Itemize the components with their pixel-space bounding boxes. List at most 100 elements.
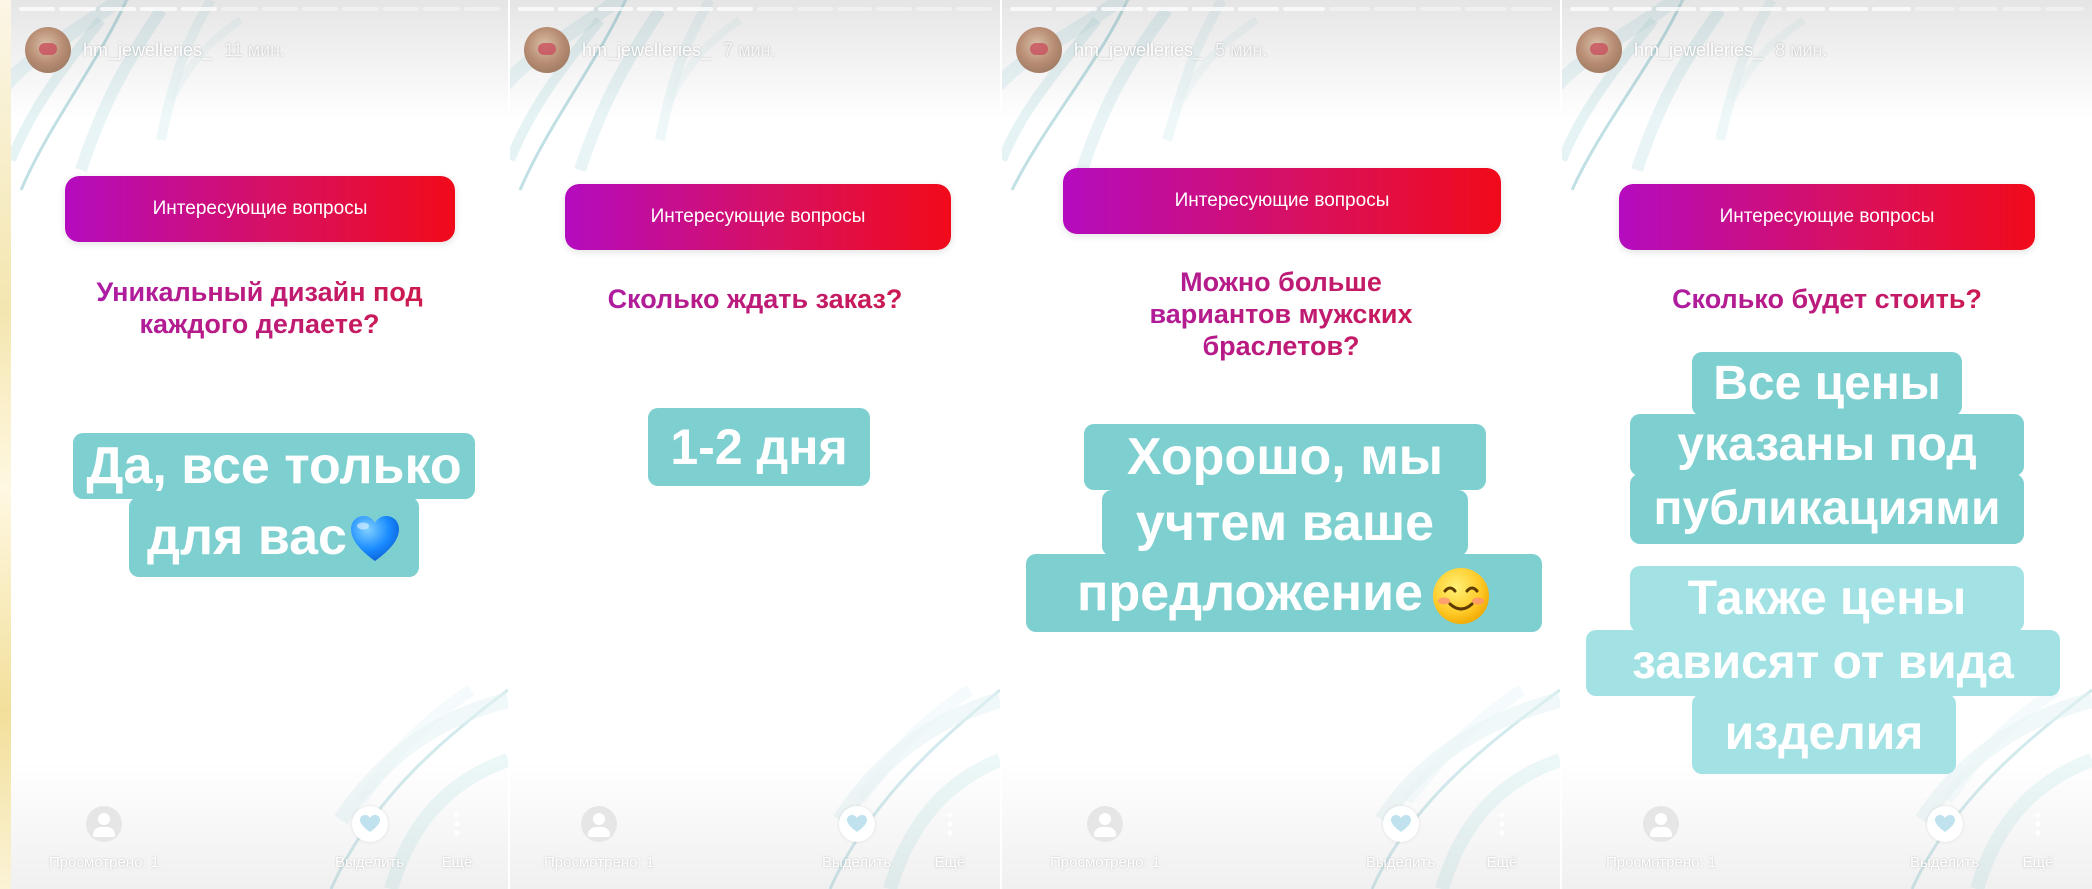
question-line: Уникальный дизайн под <box>96 277 423 307</box>
viewer-avatar-icon <box>581 806 618 842</box>
viewers-button[interactable]: Просмотрено: 1 <box>1606 806 1716 871</box>
profile-avatar[interactable] <box>524 27 570 73</box>
story-header: hm_jewelleries_ 11 мин. <box>25 27 285 73</box>
progress-segment <box>19 7 56 11</box>
progress-segment <box>916 7 953 11</box>
highlight-button[interactable]: Выделить <box>1366 806 1435 871</box>
question-line: браслетов? <box>1202 331 1360 361</box>
answer-line-1: 1-2 дня <box>648 408 870 486</box>
more-button[interactable]: Ещё <box>2020 806 2056 871</box>
progress-segment <box>1915 7 1955 11</box>
question-line: Можно больше <box>1180 267 1382 297</box>
question-line: Сколько ждать заказ? <box>607 284 903 314</box>
progress-segment <box>1829 7 1869 11</box>
progress-segment <box>756 7 793 11</box>
username[interactable]: hm_jewelleries_ <box>1074 40 1203 61</box>
answer-line-1: Да, все только <box>73 433 475 499</box>
progress-segment <box>1374 7 1416 11</box>
profile-avatar[interactable] <box>1576 27 1622 73</box>
username[interactable]: hm_jewelleries_ <box>1634 40 1763 61</box>
progress-segment <box>180 7 218 11</box>
username[interactable]: hm_jewelleries_ <box>582 40 711 61</box>
story-panel-1[interactable]: hm_jewelleries_ 11 мин. Интересующие воп… <box>11 0 508 889</box>
progress-segment <box>597 7 634 11</box>
question-sticker-header: Интересующие вопросы <box>1063 168 1501 234</box>
username[interactable]: hm_jewelleries_ <box>83 40 212 61</box>
highlight-button[interactable]: Выделить <box>335 806 404 871</box>
progress-segment <box>1742 7 1782 11</box>
progress-segment <box>1328 7 1370 11</box>
progress-segment <box>1010 7 1052 11</box>
viewers-label: Просмотрено: 1 <box>1606 854 1717 871</box>
progress-segment <box>1958 7 1998 11</box>
viewers-button[interactable]: Просмотрено: 1 <box>1050 806 1160 871</box>
progress-segment <box>836 7 873 11</box>
progress-segment <box>518 7 554 11</box>
progress-segment <box>637 7 674 11</box>
post-time: 8 мин. <box>1775 39 1828 60</box>
progress-segment <box>463 7 501 11</box>
more-button[interactable]: Ещё <box>1484 806 1520 871</box>
heart-highlight-icon <box>1926 806 1963 842</box>
blue-heart-emoji <box>350 516 399 562</box>
progress-segment <box>956 7 992 11</box>
question-text: Сколько ждать заказ? <box>525 283 985 315</box>
heart-highlight-icon <box>1382 806 1419 842</box>
answer-line-2: учтем ваше <box>1102 490 1468 556</box>
question-sticker: Интересующие вопросы <box>1619 184 2035 250</box>
story-progress-bar <box>19 7 501 11</box>
story-progress-bar <box>1010 7 1552 11</box>
story-panel-3[interactable]: hm_jewelleries_ 5 мин. Интересующие вопр… <box>1002 0 1560 889</box>
more-button[interactable]: Ещё <box>439 806 475 871</box>
story-progress-bar <box>1570 7 2085 11</box>
question-text: Сколько будет стоить? <box>1582 283 2072 315</box>
post-time: 7 мин. <box>723 39 776 60</box>
answer-line-3: публикациями <box>1630 474 2024 544</box>
progress-segment <box>1419 7 1461 11</box>
question-sticker: Интересующие вопросы <box>1063 168 1501 234</box>
story-header: hm_jewelleries_ 5 мин. <box>1016 27 1267 73</box>
answer-line-text: для вас <box>147 508 347 566</box>
progress-segment <box>876 7 913 11</box>
story-header: hm_jewelleries_ 7 мин. <box>524 27 775 73</box>
story-panel-4[interactable]: hm_jewelleries_ 8 мин. Интересующие вопр… <box>1562 0 2092 889</box>
progress-segment <box>1237 7 1279 11</box>
progress-segment <box>1613 7 1653 11</box>
question-sticker: Интересующие вопросы <box>565 184 951 250</box>
viewers-button[interactable]: Просмотрено: 1 <box>544 806 654 871</box>
progress-segment <box>1146 7 1188 11</box>
progress-segment <box>1465 7 1507 11</box>
profile-avatar[interactable] <box>25 27 71 73</box>
question-sticker: Интересующие вопросы <box>65 176 455 242</box>
answer2-line-1: Также цены <box>1630 566 2024 632</box>
story-panel-2[interactable]: hm_jewelleries_ 7 мин. Интересующие вопр… <box>510 0 1000 889</box>
viewers-button[interactable]: Просмотрено: 1 <box>49 806 159 871</box>
progress-segment <box>59 7 96 11</box>
more-dots-icon <box>439 806 475 842</box>
progress-segment <box>717 7 753 11</box>
progress-segment <box>261 7 298 11</box>
highlight-button[interactable]: Выделить <box>822 806 891 871</box>
answer2-line-2: зависят от вида <box>1586 630 2060 696</box>
viewer-avatar-icon <box>1643 806 1680 842</box>
answer-line-3: предложение <box>1026 554 1542 632</box>
heart-highlight-icon <box>351 806 388 842</box>
viewers-label: Просмотрено: 1 <box>1050 854 1161 871</box>
more-label: Ещё <box>1486 854 1518 871</box>
profile-avatar[interactable] <box>1016 27 1062 73</box>
progress-segment <box>796 7 833 11</box>
progress-segment <box>557 7 594 11</box>
answer-line-2: указаны под <box>1630 414 2024 476</box>
more-label: Ещё <box>441 854 473 871</box>
viewers-label: Просмотрено: 1 <box>49 854 160 871</box>
answer-line-1: Все цены <box>1692 352 1962 416</box>
progress-segment <box>140 7 177 11</box>
highlight-label: Выделить <box>822 854 892 871</box>
progress-segment <box>221 7 258 11</box>
viewers-label: Просмотрено: 1 <box>544 854 655 871</box>
progress-segment <box>1055 7 1097 11</box>
more-button[interactable]: Ещё <box>932 806 968 871</box>
highlight-label: Выделить <box>1366 854 1436 871</box>
answer-line-text: предложение <box>1077 564 1423 622</box>
highlight-button[interactable]: Выделить <box>1910 806 1979 871</box>
